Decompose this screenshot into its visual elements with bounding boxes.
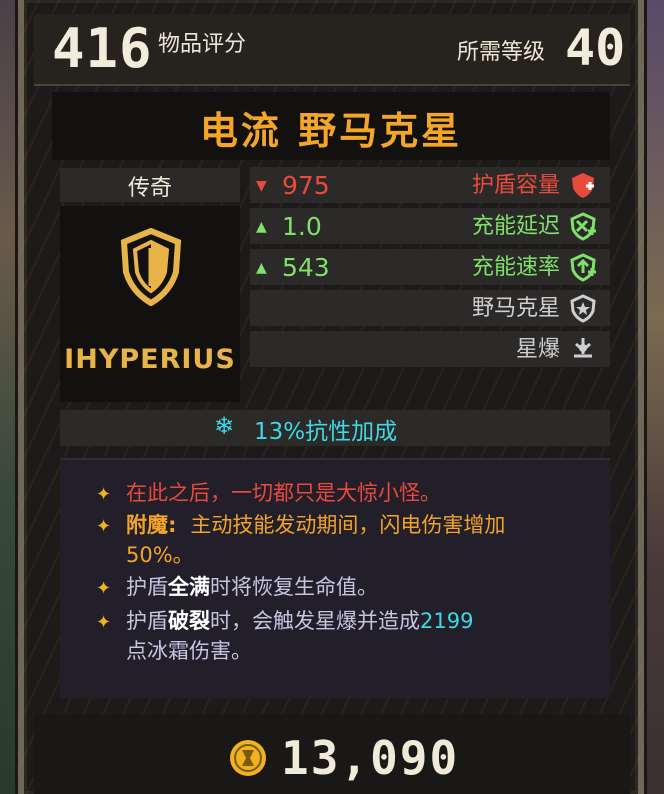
bullet-star-icon: ✦ [96,612,112,633]
effect-line-continued: 点冰霜伤害。 [126,639,252,663]
anoint-line: 附魔: 主动技能发动期间，闪电伤害增加 [126,510,505,540]
stat-label-nova: 星爆 [515,337,560,362]
stat-value-shield-capacity: 975 [282,171,330,200]
stat-label-recharge-rate: 充能速率 [471,255,560,280]
effect-line-full-shield: 护盾全满时将恢复生命值。 [126,572,378,602]
stat-value-recharge-delay: 1.0 [282,212,322,241]
recharge-delay-icon [570,212,596,241]
stat-label-shield-capacity: 护盾容量 [471,173,560,198]
recharge-rate-icon [570,253,596,282]
item-score-label: 物品评分 [158,32,247,57]
stat-up-arrow-icon: ▲ [256,219,267,235]
anoint-text: 主动技能发动期间，闪电伤害增加 [190,513,506,537]
item-rarity: 传奇 [127,176,172,201]
effect-text: 时，会触发星爆并造成 [210,609,420,633]
bullet-star-icon: ✦ [96,516,112,537]
stat-up-arrow-icon: ▲ [256,260,267,276]
damage-value: 2199 [420,609,474,633]
effect-keyword: 全满 [168,575,210,599]
resistance-bonus: 13%抗性加成 [254,419,398,445]
anoint-text-continued: 50%。 [126,543,194,567]
effect-text: 护盾 [126,609,168,633]
required-level-label: 所需等级 [457,40,546,65]
bullet-star-icon: ✦ [96,578,112,599]
eridium-coin-icon [230,740,266,776]
effect-text: 护盾 [126,575,168,599]
shield-capacity-icon [572,173,594,198]
snowflake-icon: ❄ [214,412,235,440]
effect-line-shield-break: 护盾破裂时，会触发星爆并造成2199 [126,606,473,636]
effect-keyword: 破裂 [168,609,210,633]
item-name: 电流 野马克星 [199,109,463,153]
stat-label-shield-perk: 野马克星 [471,296,560,321]
stat-down-arrow-icon: ▼ [256,178,267,194]
shield-emblem-icon [120,228,182,306]
stat-label-recharge-delay: 充能延迟 [471,214,560,239]
item-price: 13,090 [281,731,460,785]
shield-perk-icon [570,294,596,323]
anoint-label: 附魔: [126,513,177,537]
stat-value-recharge-rate: 543 [282,253,330,282]
manufacturer-logo: IHYPERIUS [64,344,236,375]
effect-text: 时将恢复生命值。 [210,575,378,599]
item-score-value: 416 [52,17,153,80]
bullet-star-icon: ✦ [96,484,112,505]
nova-icon [574,338,592,358]
flavor-text: 在此之后，一切都只是大惊小怪。 [126,481,441,505]
required-level-value: 40 [565,19,626,77]
